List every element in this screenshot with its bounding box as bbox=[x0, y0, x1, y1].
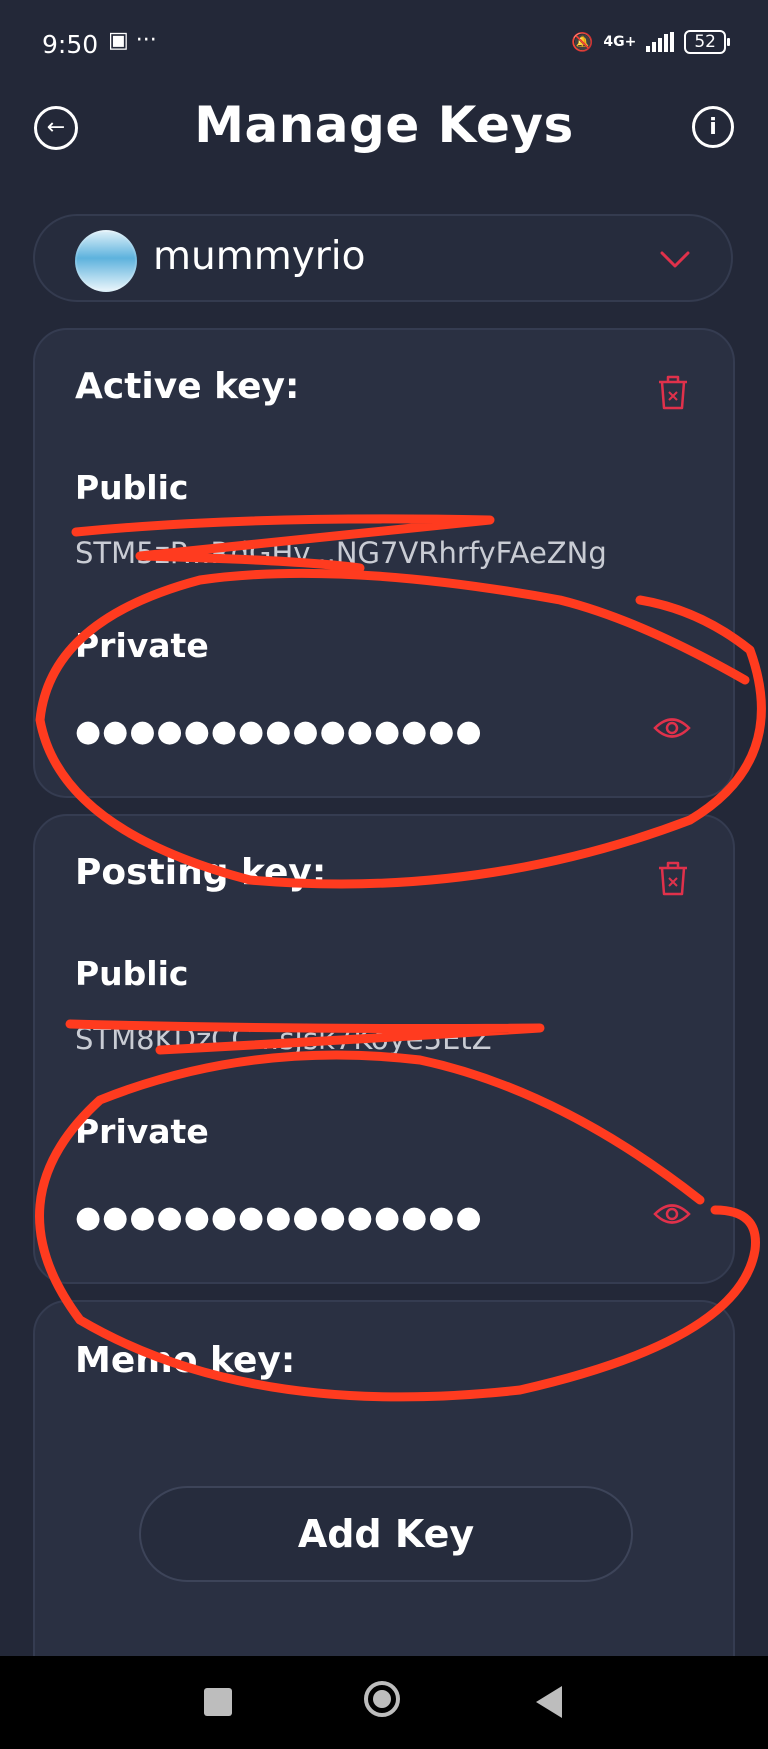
battery-icon: 52 bbox=[684, 30, 730, 54]
notification-icons: ▣ ··· bbox=[108, 28, 157, 53]
active-public-label: Public bbox=[75, 468, 189, 507]
posting-private-key: ●●●●●●●●●●●●●●● bbox=[75, 1200, 483, 1235]
avatar bbox=[75, 230, 137, 292]
posting-key-title: Posting key: bbox=[75, 852, 327, 893]
recent-apps-icon[interactable] bbox=[204, 1688, 232, 1716]
status-right-icons: 🔕 4G+ 52 bbox=[570, 30, 730, 54]
posting-public-label: Public bbox=[75, 954, 189, 993]
account-selector[interactable]: mummyrio bbox=[33, 214, 733, 302]
active-key-title: Active key: bbox=[75, 366, 300, 407]
eye-icon[interactable] bbox=[653, 1201, 691, 1227]
trash-icon[interactable] bbox=[655, 372, 691, 412]
status-time: 9:50 bbox=[42, 30, 99, 59]
home-dot bbox=[373, 1690, 391, 1708]
page-title: Manage Keys bbox=[194, 96, 574, 154]
posting-private-label: Private bbox=[75, 1112, 209, 1151]
info-icon[interactable]: i bbox=[692, 106, 734, 148]
memo-key-card: Memo key: Add Key bbox=[33, 1300, 735, 1660]
signal-icon bbox=[646, 32, 675, 52]
eye-icon[interactable] bbox=[653, 715, 691, 741]
posting-public-key: STM8KDzCC...sJsk7Koye5EtZ bbox=[75, 1022, 492, 1056]
trash-icon[interactable] bbox=[655, 858, 691, 898]
chevron-down-icon[interactable] bbox=[659, 244, 691, 277]
active-public-key: STM5zP...RdGHv...NG7VRhrfyFAeZNg bbox=[75, 536, 607, 570]
mute-icon: 🔕 bbox=[570, 31, 594, 53]
nav-back-icon[interactable] bbox=[536, 1686, 562, 1718]
active-private-key: ●●●●●●●●●●●●●●● bbox=[75, 714, 483, 749]
memo-key-title: Memo key: bbox=[75, 1340, 296, 1381]
network-label: 4G+ bbox=[603, 34, 637, 50]
account-name: mummyrio bbox=[153, 234, 366, 279]
active-key-card: Active key: Public STM5zP...RdGHv...NG7V… bbox=[33, 328, 735, 798]
posting-key-card: Posting key: Public STM8KDzCC...sJsk7Koy… bbox=[33, 814, 735, 1284]
active-private-label: Private bbox=[75, 626, 209, 665]
add-key-button[interactable]: Add Key bbox=[139, 1486, 633, 1582]
